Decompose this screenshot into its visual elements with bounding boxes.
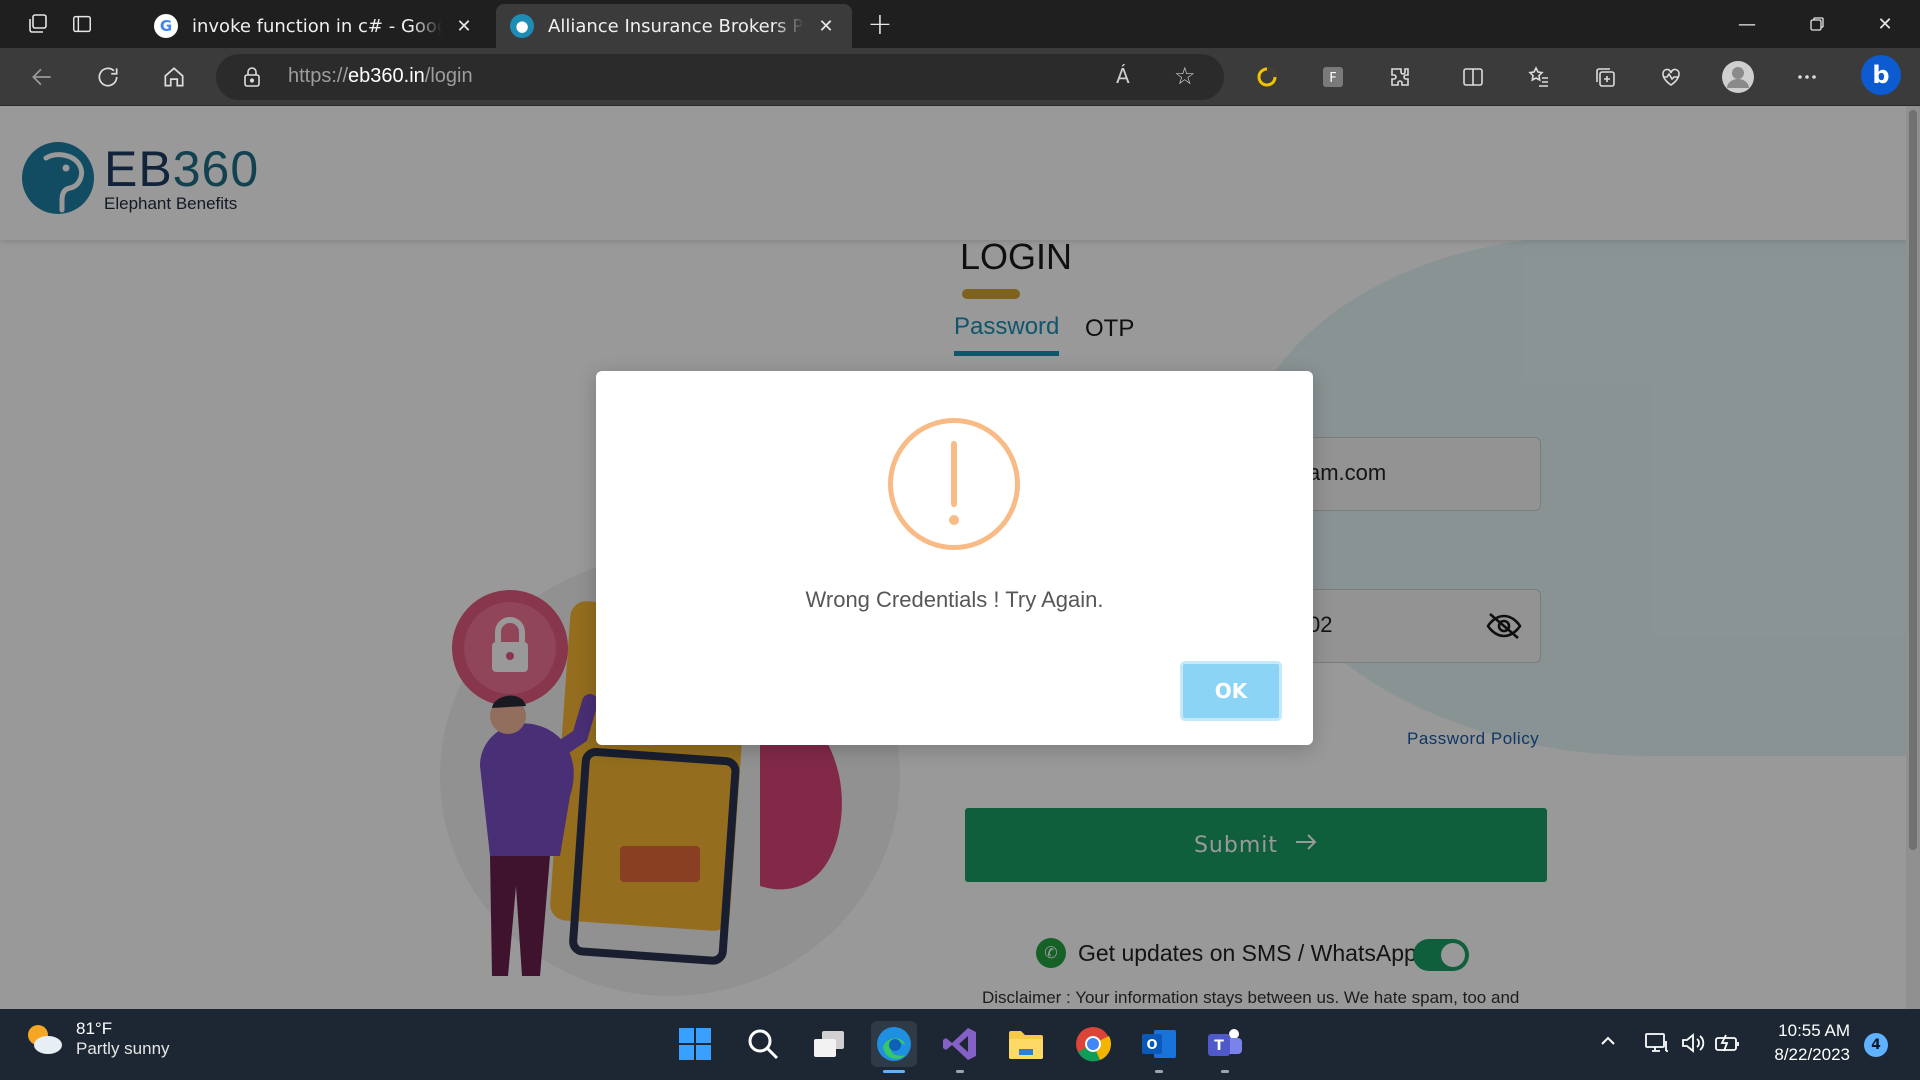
teams-icon[interactable]: T: [1202, 1021, 1248, 1073]
chrome-icon[interactable]: [1070, 1021, 1116, 1067]
url-path: /login: [424, 65, 473, 87]
extension-loader-icon[interactable]: [1250, 60, 1284, 94]
browser-essentials-icon[interactable]: [1654, 60, 1688, 94]
tab-alliance-insurance[interactable]: ● Alliance Insurance Brokers Pvt. Ltd ✕: [496, 4, 852, 48]
search-icon[interactable]: [740, 1021, 786, 1067]
weather-temperature: 81°F: [76, 1019, 113, 1038]
favorites-icon[interactable]: [1522, 60, 1556, 94]
eb360-favicon-icon: ●: [510, 14, 534, 38]
url-scheme: https://: [288, 65, 349, 87]
browser-toolbar: https://eb360.in/login Á ☆ F b: [0, 48, 1920, 106]
bing-copilot-icon[interactable]: b: [1860, 54, 1902, 96]
edge-browser-icon[interactable]: [871, 1021, 917, 1073]
svg-text:O: O: [1146, 1038, 1157, 1053]
new-tab-icon[interactable]: +: [864, 7, 896, 42]
partly-sunny-icon: [28, 1025, 62, 1054]
lock-icon[interactable]: [242, 66, 262, 92]
extensions-puzzle-icon[interactable]: [1383, 60, 1417, 94]
tab-title: Alliance Insurance Brokers Pvt. Ltd: [548, 15, 804, 37]
network-icon[interactable]: [1644, 1031, 1670, 1060]
address-bar[interactable]: https://eb360.in/login Á ☆: [216, 54, 1224, 100]
svg-text:b: b: [1872, 61, 1889, 89]
start-windows-icon[interactable]: [672, 1021, 718, 1067]
warning-exclamation-icon: [888, 418, 1020, 550]
more-options-icon[interactable]: [1790, 60, 1824, 94]
file-explorer-icon[interactable]: [1003, 1021, 1049, 1067]
back-icon[interactable]: [24, 59, 60, 95]
weather-widget[interactable]: 81°F Partly sunny: [24, 1019, 170, 1059]
read-aloud-icon[interactable]: Á: [1116, 64, 1130, 88]
url-host: eb360.in: [348, 65, 425, 87]
visual-studio-icon[interactable]: [937, 1021, 983, 1073]
workspaces-icon[interactable]: [22, 8, 54, 40]
url-text[interactable]: https://eb360.in/login: [288, 65, 473, 88]
browser-tab-bar: G invoke function in c# - Google Search …: [0, 0, 1920, 48]
close-window-icon[interactable]: ✕: [1850, 0, 1920, 48]
tab-google-search[interactable]: G invoke function in c# - Google Search …: [140, 4, 490, 48]
minimize-icon[interactable]: —: [1712, 0, 1782, 48]
alert-dialog: Wrong Credentials ! Try Again. OK: [596, 371, 1313, 745]
extension-f-icon[interactable]: F: [1316, 60, 1350, 94]
close-tab-icon[interactable]: ✕: [814, 14, 838, 38]
home-icon[interactable]: [156, 59, 192, 95]
ok-button[interactable]: OK: [1180, 661, 1282, 721]
battery-charging-icon[interactable]: [1714, 1031, 1742, 1060]
tab-title: invoke function in c# - Google Search: [192, 15, 442, 37]
volume-icon[interactable]: [1680, 1031, 1706, 1060]
profile-avatar-icon[interactable]: [1721, 60, 1755, 94]
svg-text:F: F: [1329, 71, 1336, 86]
system-clock[interactable]: 10:55 AM 8/22/2023: [1752, 1019, 1850, 1067]
windows-taskbar: 81°F Partly sunny O T 10:55 AM 8/22/2023…: [0, 1009, 1920, 1080]
clock-date: 8/22/2023: [1774, 1045, 1850, 1064]
vertical-tabs-icon[interactable]: [66, 8, 98, 40]
split-screen-icon[interactable]: [1456, 60, 1490, 94]
refresh-icon[interactable]: [90, 59, 126, 95]
task-view-icon[interactable]: [806, 1021, 852, 1067]
favorite-star-icon[interactable]: ☆: [1174, 62, 1196, 90]
collections-icon[interactable]: [1588, 60, 1622, 94]
restore-icon[interactable]: [1782, 0, 1852, 48]
outlook-icon[interactable]: O: [1136, 1021, 1182, 1073]
notification-count-badge[interactable]: 4: [1864, 1033, 1888, 1057]
show-hidden-icons-chevron-icon[interactable]: [1598, 1031, 1618, 1056]
alert-message: Wrong Credentials ! Try Again.: [805, 587, 1104, 612]
close-tab-icon[interactable]: ✕: [452, 14, 476, 38]
svg-text:T: T: [1214, 1038, 1224, 1054]
weather-condition: Partly sunny: [76, 1039, 170, 1058]
clock-time: 10:55 AM: [1778, 1021, 1850, 1040]
google-icon: G: [154, 14, 178, 38]
